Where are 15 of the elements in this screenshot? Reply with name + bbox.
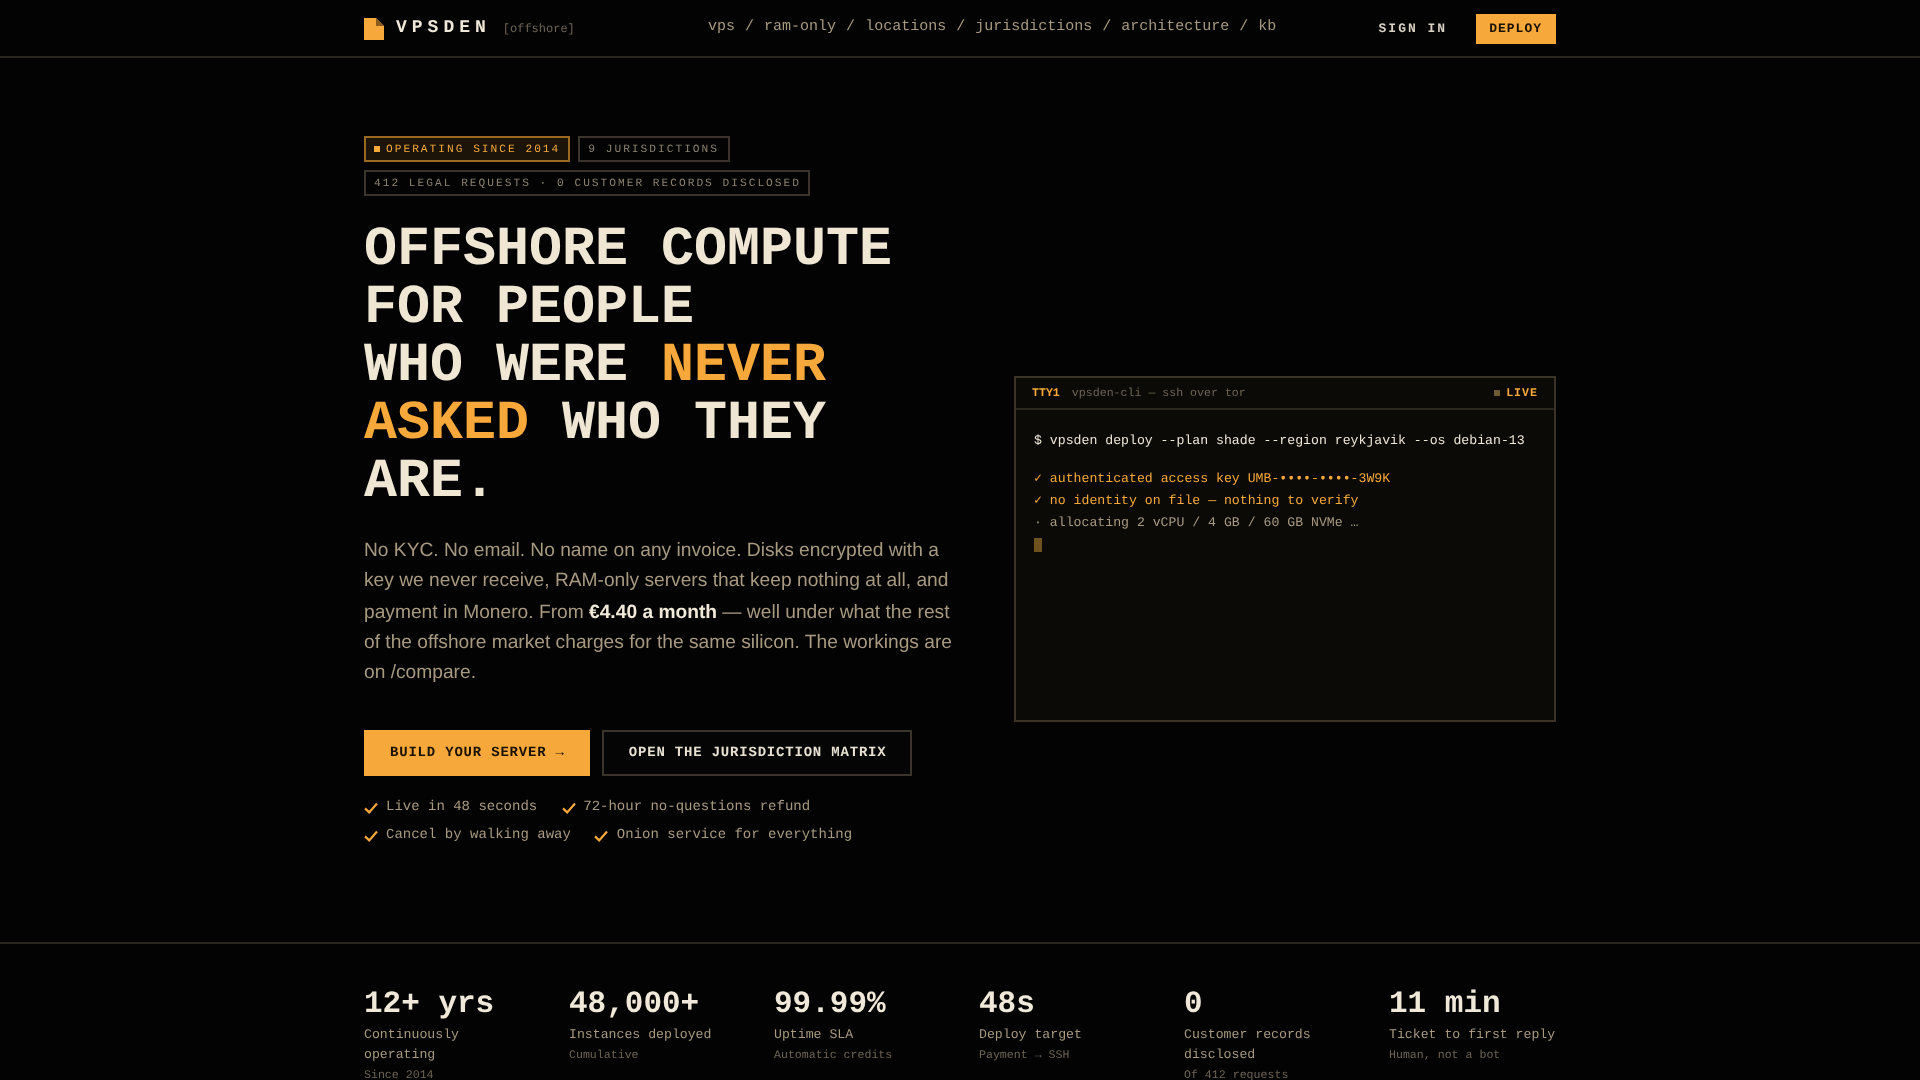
brand-name[interactable]: VPSDEN xyxy=(396,18,491,38)
checkmark-icon xyxy=(561,802,576,815)
cursor-icon xyxy=(1034,538,1042,552)
hero-description: No KYC. No email. No name on any invoice. Disks encrypted with a key we never receive, RAM-only servers that keep nothing at all, and payment in Monero. From €4.40 a month — well under what the rest of the offshore market charges for the same silicon. The workings are on /compare. xyxy=(364,538,954,689)
hero-headline: OFFSHORE COMPUTE FOR PEOPLE WHO WERE NEVER ASKED WHO THEY ARE. xyxy=(364,222,895,512)
checkmark-icon xyxy=(364,830,378,843)
logo-icon xyxy=(364,17,384,39)
stat-value: 48,000+ xyxy=(569,986,702,1022)
stat-value: 99.99% xyxy=(774,986,888,1022)
checkmark-icon xyxy=(364,802,378,815)
checkmark-icon xyxy=(594,830,609,843)
stat-value: 48s xyxy=(979,986,1037,1022)
stat-value: 0 xyxy=(1184,986,1205,1022)
stat-value: 12+ yrs xyxy=(364,986,497,1022)
stat-value: 11 min xyxy=(1389,986,1503,1022)
